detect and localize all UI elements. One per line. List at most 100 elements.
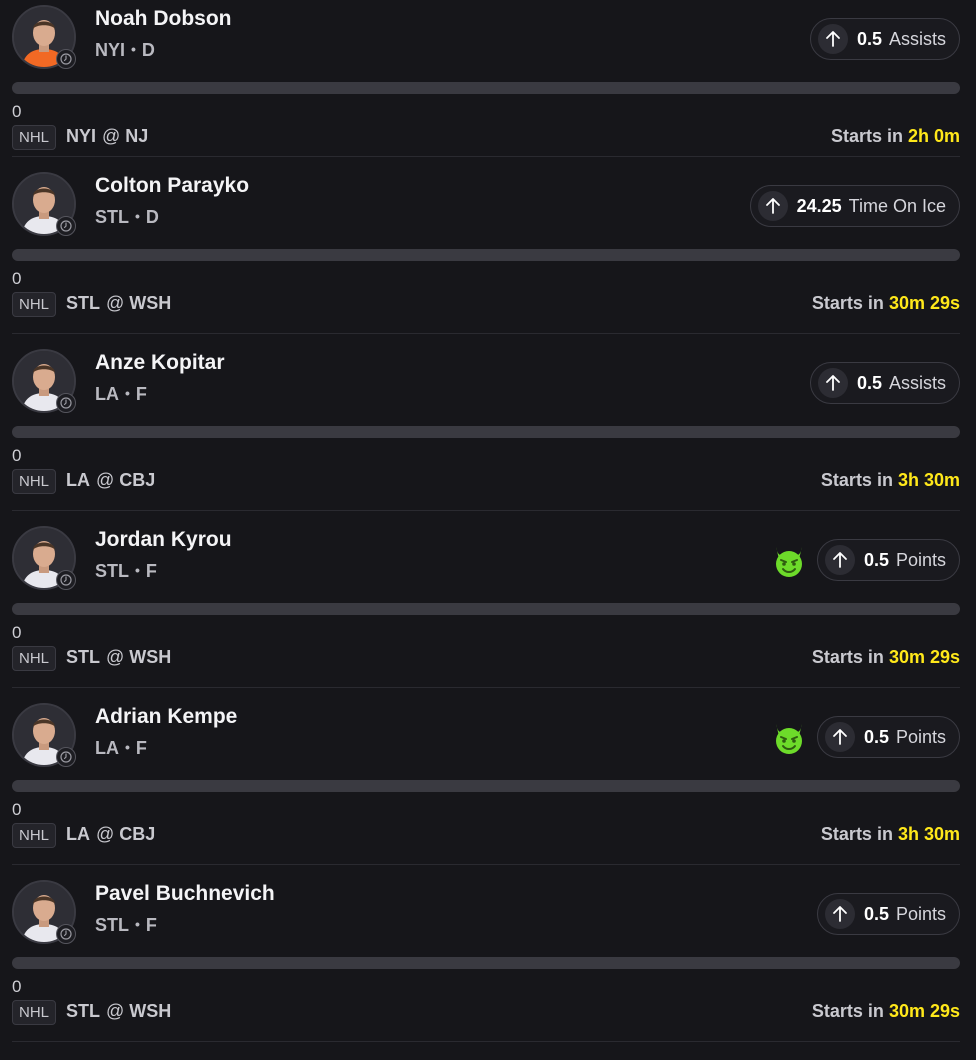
countdown: 2h 0m — [907, 126, 960, 146]
player-position: F — [135, 384, 147, 404]
separator-dot: • — [125, 739, 130, 755]
line-stat: Time On Ice — [848, 195, 946, 216]
start-time: Starts in 3h 30m — [821, 470, 960, 491]
player-row: Adrian Kempe LA • F 0.5 Points — [12, 703, 960, 769]
line-stat: Assists — [888, 372, 946, 393]
line-value: 0.5 — [863, 903, 889, 924]
league-badge: NHL — [12, 469, 57, 494]
arrow-up-icon — [824, 899, 855, 929]
separator-dot: • — [131, 41, 136, 57]
over-under-button[interactable]: 0.5 Points — [816, 893, 960, 935]
progress-value: 0 — [12, 102, 22, 121]
at-symbol: @ — [96, 824, 115, 844]
arrow-up-icon — [824, 545, 855, 575]
progress-bar — [12, 957, 960, 969]
player-name[interactable]: Colton Parayko — [95, 174, 249, 198]
progress-value: 0 — [12, 446, 22, 465]
player-team-position: STL • D — [95, 207, 159, 228]
over-under-button[interactable]: 0.5 Points — [816, 539, 960, 581]
over-under-button[interactable]: 0.5 Points — [816, 716, 960, 758]
player-position: F — [135, 738, 147, 758]
over-under-button[interactable]: 24.25 Time On Ice — [749, 185, 960, 227]
matchup: LA @ CBJ — [66, 824, 155, 845]
away-team: LA — [66, 824, 90, 844]
league-badge: NHL — [12, 292, 57, 317]
line-stat: Points — [895, 903, 946, 924]
player-team: LA — [95, 384, 119, 404]
countdown: 3h 30m — [897, 824, 960, 844]
player-row: Anze Kopitar LA • F 0.5 Assists — [12, 349, 960, 415]
player-team-position: STL • F — [95, 915, 157, 936]
matchup: STL @ WSH — [66, 1001, 171, 1022]
game-info-row: NHL STL @ WSH Starts in 30m 29s — [12, 292, 960, 318]
line-value: 0.5 — [856, 372, 882, 393]
away-team: NYI — [66, 126, 97, 146]
start-time: Starts in 30m 29s — [812, 1001, 960, 1022]
line-value: 0.5 — [856, 28, 882, 49]
countdown: 30m 29s — [888, 293, 960, 313]
league-badge: NHL — [12, 823, 57, 848]
starts-label: Starts in — [820, 824, 893, 844]
start-time: Starts in 30m 29s — [812, 293, 960, 314]
line-value: 0.5 — [863, 549, 889, 570]
projection-card[interactable]: Adrian Kempe LA • F 0.5 Points 0 NHL LA … — [12, 688, 960, 865]
player-row: Pavel Buchnevich STL • F 0.5 Points — [12, 880, 960, 946]
at-symbol: @ — [106, 1001, 125, 1021]
start-time: Starts in 2h 0m — [831, 126, 960, 147]
player-row: Jordan Kyrou STL • F 0.5 Points — [12, 526, 960, 592]
projection-card[interactable]: Anze Kopitar LA • F 0.5 Assists 0 NHL LA @ C… — [12, 334, 960, 511]
line-value: 0.5 — [863, 726, 889, 747]
player-position: F — [145, 915, 157, 935]
player-team: STL — [95, 915, 129, 935]
separator-dot: • — [125, 385, 130, 401]
player-name[interactable]: Pavel Buchnevich — [95, 882, 275, 906]
at-symbol: @ — [102, 126, 121, 146]
clock-icon — [56, 393, 76, 413]
player-name[interactable]: Jordan Kyrou — [95, 528, 232, 552]
league-badge: NHL — [12, 125, 57, 150]
starts-label: Starts in — [811, 647, 884, 667]
league-badge: NHL — [12, 1000, 57, 1025]
away-team: STL — [66, 647, 100, 667]
countdown: 30m 29s — [888, 1001, 960, 1021]
projection-card[interactable]: Colton Parayko STL • D 24.25 Time On Ice 0… — [12, 157, 960, 334]
separator-dot: • — [135, 562, 140, 578]
progress-bar — [12, 82, 960, 94]
over-under-button[interactable]: 0.5 Assists — [809, 18, 960, 60]
player-name[interactable]: Noah Dobson — [95, 7, 232, 31]
at-symbol: @ — [96, 470, 115, 490]
clock-icon — [56, 216, 76, 236]
progress-bar — [12, 603, 960, 615]
demon-icon — [771, 543, 807, 579]
over-under-button[interactable]: 0.5 Assists — [809, 362, 960, 404]
matchup: NYI @ NJ — [66, 126, 148, 147]
line-stat: Assists — [888, 28, 946, 49]
player-name[interactable]: Adrian Kempe — [95, 705, 237, 729]
line-stat: Points — [895, 549, 946, 570]
game-info-row: NHL STL @ WSH Starts in 30m 29s — [12, 1000, 960, 1026]
separator-dot: • — [135, 208, 140, 224]
home-team: NJ — [125, 126, 149, 146]
home-team: WSH — [129, 647, 172, 667]
player-name[interactable]: Anze Kopitar — [95, 351, 225, 375]
arrow-up-icon — [824, 722, 855, 752]
game-info-row: NHL LA @ CBJ Starts in 3h 30m — [12, 823, 960, 849]
player-team-position: NYI • D — [95, 40, 155, 61]
progress-value: 0 — [12, 800, 22, 819]
progress-bar — [12, 426, 960, 438]
start-time: Starts in 30m 29s — [812, 647, 960, 668]
countdown: 30m 29s — [888, 647, 960, 667]
projection-card[interactable]: Jordan Kyrou STL • F 0.5 Points 0 NHL ST… — [12, 511, 960, 688]
matchup: STL @ WSH — [66, 293, 171, 314]
separator-dot: • — [135, 916, 140, 932]
line-value: 24.25 — [796, 195, 842, 216]
projection-card[interactable]: Noah Dobson NYI • D 0.5 Assists 0 NHL NYI @… — [12, 0, 960, 157]
away-team: LA — [66, 470, 90, 490]
progress-value: 0 — [12, 977, 22, 996]
projection-card[interactable]: Pavel Buchnevich STL • F 0.5 Points 0 NHL … — [12, 865, 960, 1042]
at-symbol: @ — [106, 293, 125, 313]
home-team: CBJ — [119, 824, 156, 844]
starts-label: Starts in — [811, 293, 884, 313]
arrow-up-icon — [757, 191, 788, 221]
clock-icon — [56, 570, 76, 590]
